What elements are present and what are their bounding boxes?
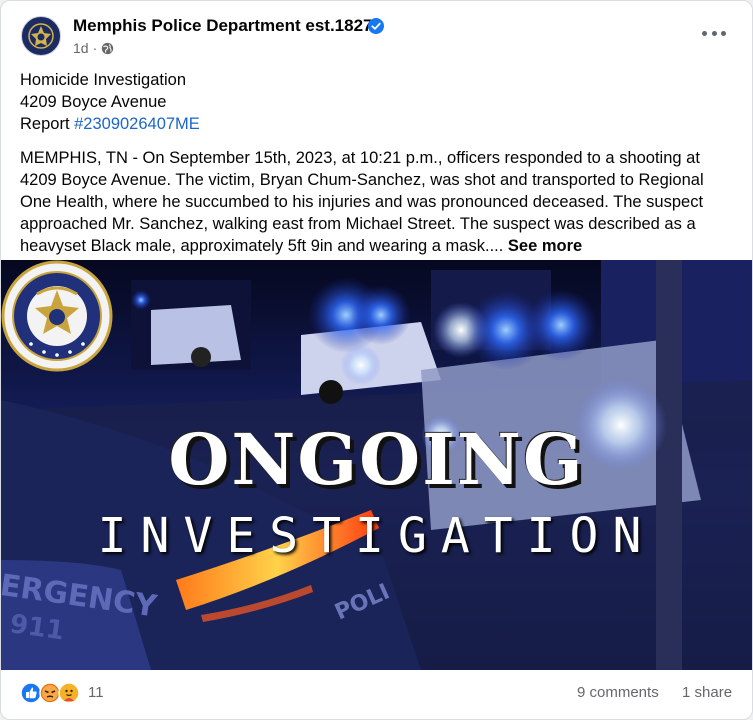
meta-separator: ·: [92, 40, 98, 56]
like-icon: [20, 682, 42, 704]
title-line-1: Homicide Investigation: [20, 71, 186, 89]
comments-count-link[interactable]: 9 comments: [577, 684, 659, 701]
post-footer: 11 9 comments 1 share: [1, 670, 752, 719]
reaction-count[interactable]: 11: [88, 684, 104, 701]
body-line: 4209 Boyce Avenue. The victim, Bryan Chu…: [20, 171, 704, 189]
page-avatar[interactable]: [21, 16, 61, 56]
see-more-button[interactable]: See more: [508, 237, 582, 255]
badge-logo-icon: [24, 19, 58, 53]
body-last-line: heavyset Black male, approximately 5ft 9…: [20, 235, 732, 257]
post-image[interactable]: ERGENCY 911 POLI ONGOING INVESTIGATION: [1, 260, 752, 670]
page-name[interactable]: Memphis Police Department est.1827: [73, 16, 373, 36]
post-meta: 1d ·: [73, 40, 114, 56]
body-line: MEMPHIS, TN - On September 15th, 2023, a…: [20, 149, 700, 167]
verified-badge-icon: [368, 18, 384, 34]
post-card: Memphis Police Department est.1827 1d · …: [0, 0, 753, 720]
post-header: Memphis Police Department est.1827 1d ·: [1, 1, 752, 63]
post-text: Homicide Investigation 4209 Boyce Avenue…: [20, 69, 732, 257]
globe-icon: [102, 42, 114, 54]
title-line-2: 4209 Boyce Avenue: [20, 93, 167, 111]
image-subheadline: INVESTIGATION: [97, 508, 656, 564]
post-timestamp[interactable]: 1d: [73, 40, 89, 56]
care-icon: [58, 682, 80, 704]
body-line: heavyset Black male, approximately 5ft 9…: [20, 237, 508, 255]
report-line: Report #2309026407ME: [20, 113, 732, 135]
angry-icon: [39, 682, 61, 704]
body-line: approached Mr. Sanchez, walking east fro…: [20, 215, 696, 233]
reactions-summary[interactable]: [20, 682, 82, 704]
shares-count-link[interactable]: 1 share: [682, 684, 732, 701]
report-hashtag-link[interactable]: #2309026407ME: [74, 115, 200, 133]
image-headline: ONGOING: [168, 418, 585, 501]
post-body: MEMPHIS, TN - On September 15th, 2023, a…: [20, 147, 732, 257]
department-seal-icon: [1, 260, 113, 372]
report-label: Report: [20, 115, 75, 133]
more-options-icon[interactable]: [702, 23, 726, 43]
body-line: One Health, where he succumbed to his in…: [20, 193, 704, 211]
